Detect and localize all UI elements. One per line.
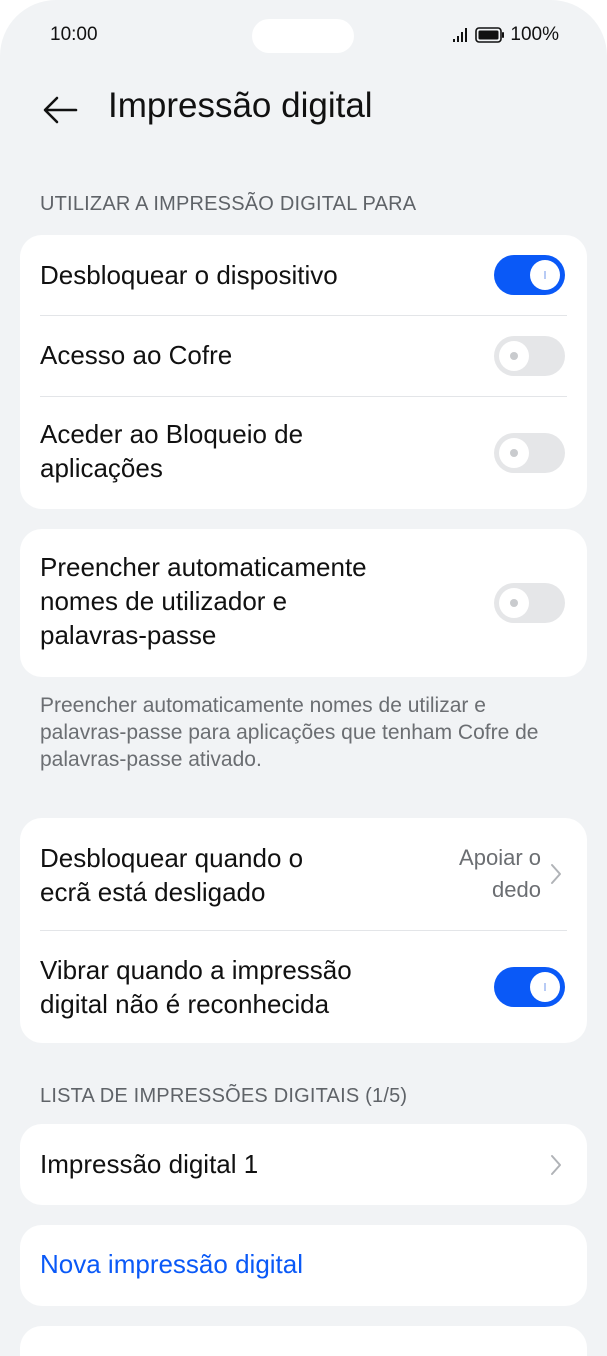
settings-screen: 10:00 100% Impressão digital UTILIZAR A … [0,0,607,1356]
row-value: Apoiar o dedo [459,845,541,902]
status-time: 10:00 [50,24,98,45]
toggle-knob [499,438,529,468]
battery-icon [475,27,505,43]
row-label: Acesso ao Cofre [40,340,233,370]
row-label: Preencher automaticamente nomes de utili… [40,552,367,650]
autofill-card: Preencher automaticamente nomes de utili… [20,529,587,677]
options-card: Desbloquear quando o ecrã está desligado… [20,818,587,1043]
page-title: Impressão digital [108,86,373,125]
row-vibrate[interactable]: Vibrar quando a impressão digital não é … [20,931,587,1043]
chevron-right-icon [551,864,561,884]
toggle-knob [530,972,560,1002]
toggle-vibrate[interactable] [494,967,565,1007]
battery-percentage: 100% [510,24,559,45]
toggle-vault-access[interactable] [494,336,565,376]
row-label: Impressão digital 1 [40,1149,259,1179]
row-label: Desbloquear o dispositivo [40,260,338,290]
next-card-partial [20,1326,587,1356]
toggle-knob [499,341,529,371]
toggle-knob [530,260,560,290]
new-fingerprint-card: Nova impressão digital [20,1225,587,1306]
section-label-use: UTILIZAR A IMPRESSÃO DIGITAL PARA [40,193,417,215]
back-arrow-icon[interactable] [40,90,80,130]
header: Impressão digital [0,78,607,138]
status-bar: 10:00 100% [0,0,607,72]
row-label: Aceder ao Bloqueio de aplicações [40,419,304,483]
chevron-right-icon [551,1155,561,1175]
row-unlock-device[interactable]: Desbloquear o dispositivo [20,235,587,315]
section-label-fingerprint-list: LISTA DE IMPRESSÕES DIGITAIS (1/5) [40,1085,408,1107]
fingerprint-list-card: Impressão digital 1 [20,1124,587,1205]
toggle-autofill[interactable] [494,583,565,623]
toggle-app-lock[interactable] [494,433,565,473]
row-vault-access[interactable]: Acesso ao Cofre [20,316,587,396]
row-label: Desbloquear quando o ecrã está desligado [40,843,304,907]
list-item-fingerprint-1[interactable]: Impressão digital 1 [20,1124,587,1205]
toggle-unlock-device[interactable] [494,255,565,295]
new-fingerprint-button[interactable]: Nova impressão digital [40,1249,303,1280]
signal-icon [453,28,468,42]
row-screen-off-unlock[interactable]: Desbloquear quando o ecrã está desligado… [20,818,587,930]
row-label: Vibrar quando a impressão digital não é … [40,955,352,1019]
autofill-description: Preencher automaticamente nomes de utili… [40,694,539,771]
status-indicators: 100% [452,24,559,46]
row-autofill[interactable]: Preencher automaticamente nomes de utili… [20,529,587,677]
toggle-knob [499,588,529,618]
use-card: Desbloquear o dispositivo Acesso ao Cofr… [20,235,587,509]
camera-cutout [252,19,354,53]
row-app-lock[interactable]: Aceder ao Bloqueio de aplicações [20,397,587,509]
